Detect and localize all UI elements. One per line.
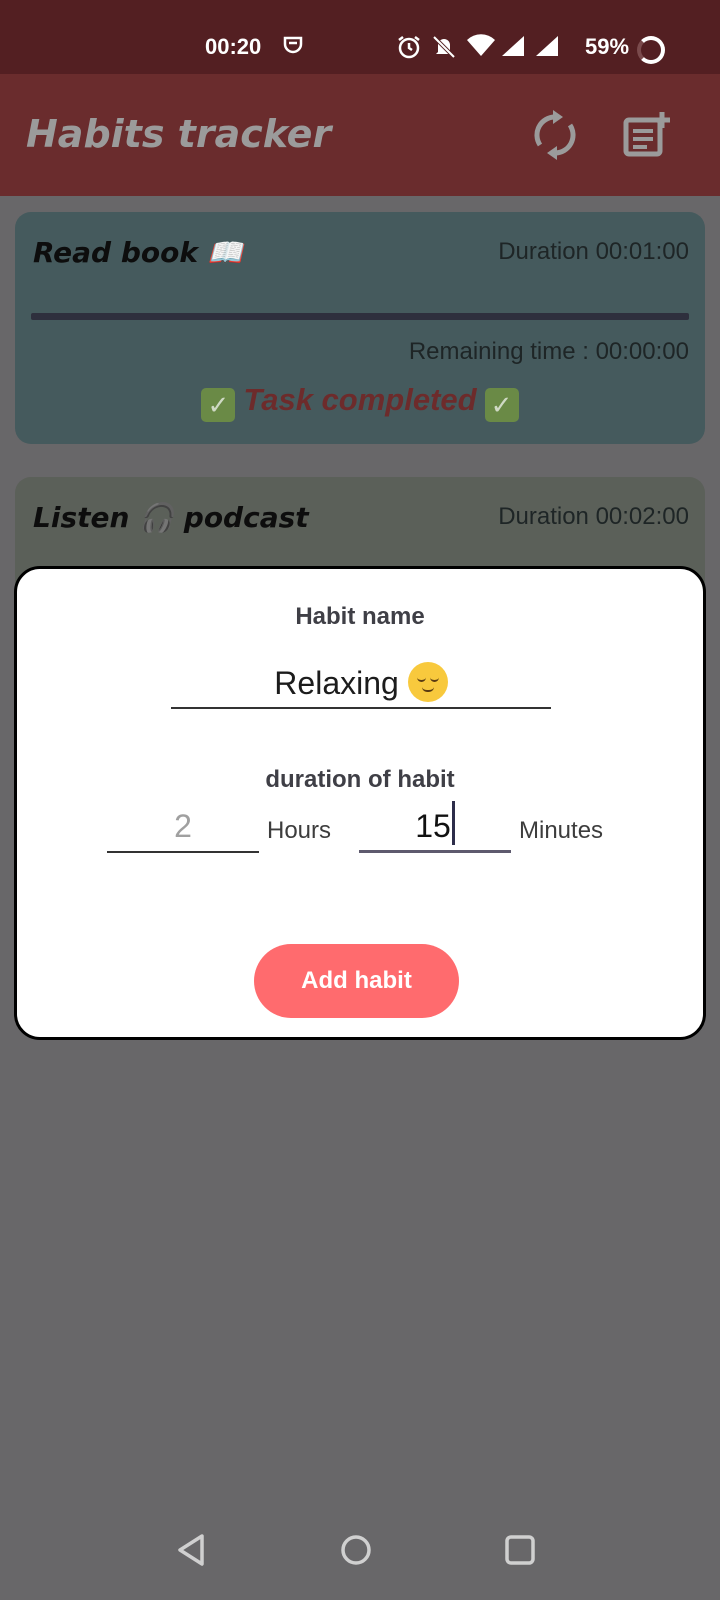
habit-name-label: Habit name [295,603,425,630]
notification-icon [282,34,304,64]
app-bar: Habits tracker [0,74,720,196]
status-text: Task completed [243,382,477,417]
remaining-time: Remaining time : 00:00:00 [408,338,689,365]
signal-icon [500,34,526,64]
check-icon: ✓ [201,388,236,422]
habit-card[interactable]: Read book 📖 Duration 00:01:00 Remaining … [15,212,705,444]
check-icon: ✓ [484,388,519,422]
home-icon[interactable] [336,1530,376,1570]
wifi-icon [466,34,496,64]
hours-label: Hours [267,817,332,844]
habit-name-value: Relaxing [274,665,399,701]
add-habit-dialog: Habit name Relaxing duration of habit 2 … [14,566,706,1040]
relieved-face-emoji-icon [407,662,448,702]
habit-title: Read book 📖 [33,236,243,269]
minutes-input[interactable]: 15 [359,801,511,853]
alarm-icon [396,34,422,66]
habit-duration: Duration 00:01:00 [498,238,689,265]
signal-icon-2 [534,34,560,64]
recents-icon[interactable] [500,1530,540,1570]
habit-title: Listen 🎧 podcast [33,501,309,534]
minutes-value: 15 [415,808,451,844]
habit-name-input[interactable]: Relaxing [171,661,551,709]
hours-value: 2 [174,808,192,844]
battery-percent: 59% [585,34,630,59]
battery-icon [637,36,665,64]
app-title: Habits tracker [26,112,332,156]
habit-duration: Duration 00:02:00 [498,503,689,530]
refresh-icon[interactable] [532,110,582,160]
add-note-icon[interactable] [622,110,672,160]
progress-bar [31,313,689,320]
hours-input[interactable]: 2 [107,801,259,853]
back-icon[interactable] [172,1530,212,1570]
clock: 00:20 [205,34,262,59]
text-cursor [451,801,455,845]
duration-label: duration of habit [265,766,455,793]
status-bar: 00:20 59% [0,0,720,74]
completion-status: ✓ Task completed ✓ [15,382,705,422]
navigation-bar [0,1500,720,1600]
minutes-label: Minutes [519,817,604,844]
add-habit-button[interactable]: Add habit [254,944,459,1018]
mute-icon [432,34,456,66]
